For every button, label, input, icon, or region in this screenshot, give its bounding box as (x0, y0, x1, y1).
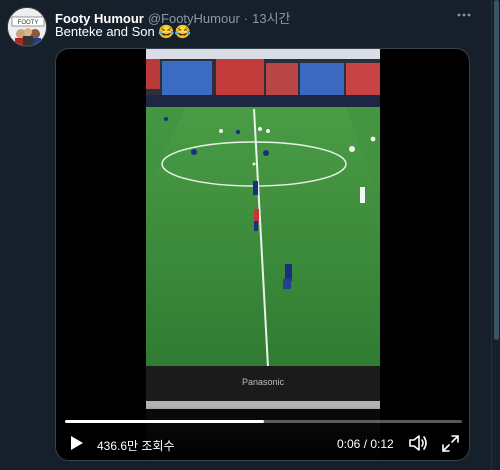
more-options-button[interactable] (456, 8, 472, 22)
volume-icon (409, 435, 427, 451)
fullscreen-icon (442, 435, 459, 452)
fullscreen-button[interactable] (442, 435, 459, 452)
video-frame[interactable]: Panasonic (146, 49, 380, 461)
video-player[interactable]: Panasonic 436.6만 조회수 0:06 / 0:12 (55, 48, 470, 461)
tweet-timestamp[interactable]: 13시간 (252, 8, 290, 27)
avatar[interactable]: FOOTY (7, 7, 47, 47)
tweet-card[interactable]: FOOTY Footy Humour @FootyHumour · 13시간 B… (0, 0, 500, 470)
tweet-text: Benteke and Son 😂😂 (55, 24, 191, 39)
scrollbar-thumb[interactable] (494, 0, 499, 340)
video-progress-bar[interactable] (65, 420, 462, 423)
avatar-image: FOOTY (8, 8, 46, 46)
more-horizontal-icon (457, 13, 471, 17)
video-progress-fill (65, 420, 264, 423)
volume-button[interactable] (408, 434, 428, 452)
play-icon (71, 436, 83, 450)
tv-brand-label: Panasonic (242, 377, 285, 387)
separator-dot: · (243, 11, 249, 26)
play-button[interactable] (70, 435, 84, 451)
view-count: 436.6만 조회수 (97, 439, 175, 453)
video-timecode: 0:06 / 0:12 (337, 437, 394, 451)
page-scrollbar[interactable] (491, 0, 500, 470)
svg-text:FOOTY: FOOTY (18, 20, 39, 26)
